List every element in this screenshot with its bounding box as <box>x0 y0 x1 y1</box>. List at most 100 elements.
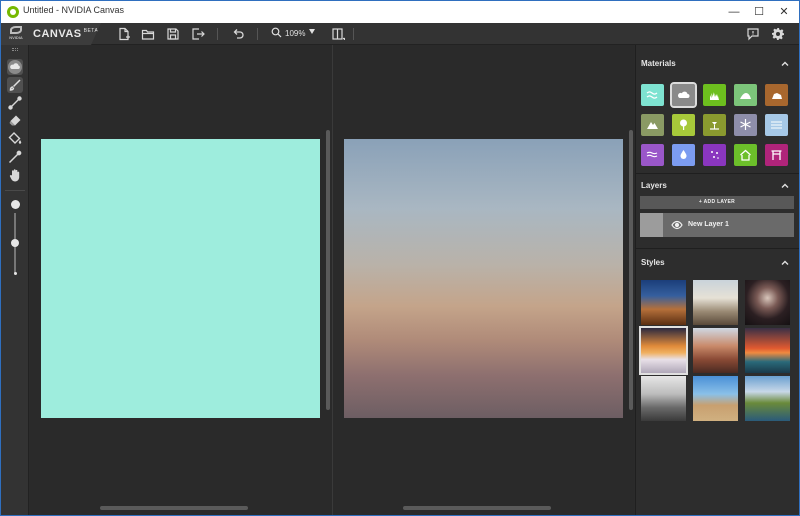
settings-gear-icon[interactable] <box>771 27 785 41</box>
style-thumbnail[interactable] <box>693 328 738 373</box>
material-swatch-grass[interactable] <box>703 84 726 106</box>
paint-pane <box>30 45 332 515</box>
toggle-view-icon[interactable] <box>331 27 345 41</box>
chevron-down-icon <box>309 29 315 34</box>
snowflake-icon <box>740 119 751 130</box>
section-separator <box>636 173 799 174</box>
export-icon[interactable] <box>191 27 205 41</box>
tree-icon <box>680 119 687 130</box>
undo-icon[interactable] <box>231 27 245 41</box>
layer-row[interactable]: New Layer 1 <box>640 213 794 237</box>
output-horizontal-scrollbar[interactable] <box>403 506 551 510</box>
mountain-icon <box>647 122 658 129</box>
product-name: CANVAS BETA <box>33 28 99 40</box>
material-swatch-snow[interactable] <box>734 114 757 136</box>
output-vertical-scrollbar[interactable] <box>629 130 633 410</box>
add-layer-button[interactable]: + ADD LAYER <box>640 196 794 209</box>
hill-icon <box>740 93 751 99</box>
open-folder-icon[interactable] <box>141 27 155 41</box>
line-icon <box>8 96 22 110</box>
material-swatch-water[interactable] <box>765 114 788 136</box>
eraser-icon <box>9 115 21 126</box>
river-icon <box>646 151 658 158</box>
material-swatch-building[interactable] <box>734 144 757 166</box>
brush-size-handle[interactable] <box>11 239 19 247</box>
brush-size-max-icon <box>11 200 20 209</box>
material-swatch-hill[interactable] <box>734 84 757 106</box>
sparkle-icon <box>711 151 719 159</box>
line-tool[interactable] <box>7 95 23 111</box>
style-thumbnail[interactable] <box>693 376 738 421</box>
style-thumbnail[interactable] <box>641 280 686 325</box>
layer-thumbnail <box>640 213 663 237</box>
material-swatch-tree[interactable] <box>672 114 695 136</box>
brush-size-min-icon <box>14 272 17 275</box>
material-swatch-sand[interactable] <box>703 114 726 136</box>
main-toolbar: NVIDIA CANVAS BETA 109% <box>1 23 799 45</box>
window-title: Untitled - NVIDIA Canvas <box>23 5 125 15</box>
new-file-icon[interactable] <box>117 27 131 41</box>
style-thumbnail[interactable] <box>693 280 738 325</box>
material-swatch-mountain[interactable] <box>641 114 664 136</box>
output-pane <box>333 45 634 515</box>
rock-icon <box>772 93 782 99</box>
close-button[interactable]: ✕ <box>769 1 799 23</box>
zoom-dropdown[interactable]: 109% <box>271 27 321 41</box>
water-icon <box>771 121 782 129</box>
drag-handle[interactable] <box>12 48 18 51</box>
paint-horizontal-scrollbar[interactable] <box>100 506 248 510</box>
right-sidebar: Materials Layers + ADD LAYER New Layer 1… <box>635 45 799 515</box>
feedback-icon[interactable] <box>746 27 760 41</box>
pan-tool[interactable] <box>7 167 23 183</box>
brush-icon <box>9 79 21 91</box>
style-thumbnail[interactable] <box>641 376 686 421</box>
nvidia-eye-icon <box>10 26 22 34</box>
toolbar-separator <box>353 28 354 40</box>
layers-title: Layers <box>641 181 667 190</box>
layer-name: New Layer 1 <box>688 221 729 228</box>
title-bar: Untitled - NVIDIA Canvas — ☐ ✕ <box>1 1 799 23</box>
material-swatch-fog[interactable] <box>672 144 695 166</box>
material-swatch-sea[interactable] <box>641 84 664 106</box>
material-swatch-rock[interactable] <box>765 84 788 106</box>
gate-icon <box>771 150 782 160</box>
materials-collapse-chevron-up-icon[interactable] <box>780 59 790 69</box>
material-swatch-cloud[interactable] <box>670 82 697 108</box>
fill-tool[interactable] <box>7 131 23 147</box>
nvidia-logo: NVIDIA <box>7 26 25 42</box>
style-thumbnail[interactable] <box>745 280 790 325</box>
style-thumbnail[interactable] <box>745 376 790 421</box>
cloud-material-tool[interactable] <box>7 59 23 75</box>
section-separator <box>636 248 799 249</box>
app-logo-icon <box>7 6 19 18</box>
styles-collapse-chevron-up-icon[interactable] <box>780 258 790 268</box>
brush-tool[interactable] <box>7 77 23 93</box>
hand-icon <box>9 169 20 182</box>
cloud-icon <box>8 60 22 74</box>
style-thumbnail[interactable] <box>745 328 790 373</box>
tool-rail <box>1 45 29 515</box>
eye-icon[interactable] <box>671 220 683 230</box>
toolbar-separator <box>257 28 258 40</box>
app-window: Untitled - NVIDIA Canvas — ☐ ✕ NVIDIA CA… <box>0 0 800 516</box>
material-swatch-bridge[interactable] <box>765 144 788 166</box>
zoom-icon <box>271 27 282 38</box>
waves-icon <box>646 91 658 99</box>
paint-vertical-scrollbar[interactable] <box>326 130 330 410</box>
brand: NVIDIA CANVAS BETA <box>1 23 101 45</box>
paint-canvas[interactable] <box>41 139 320 418</box>
beach-icon <box>710 122 719 130</box>
layers-collapse-chevron-up-icon[interactable] <box>780 181 790 191</box>
style-thumbnail[interactable] <box>639 326 688 375</box>
material-swatch-flower[interactable] <box>703 144 726 166</box>
eyedropper-tool[interactable] <box>7 149 23 165</box>
cloud-icon <box>678 91 690 98</box>
rail-divider <box>5 190 25 191</box>
house-icon <box>740 149 751 161</box>
material-swatch-river[interactable] <box>641 144 664 166</box>
toolbar-separator <box>217 28 218 40</box>
save-icon[interactable] <box>166 27 180 41</box>
eyedropper-icon <box>8 150 22 164</box>
eraser-tool[interactable] <box>7 113 23 129</box>
styles-title: Styles <box>641 258 665 267</box>
